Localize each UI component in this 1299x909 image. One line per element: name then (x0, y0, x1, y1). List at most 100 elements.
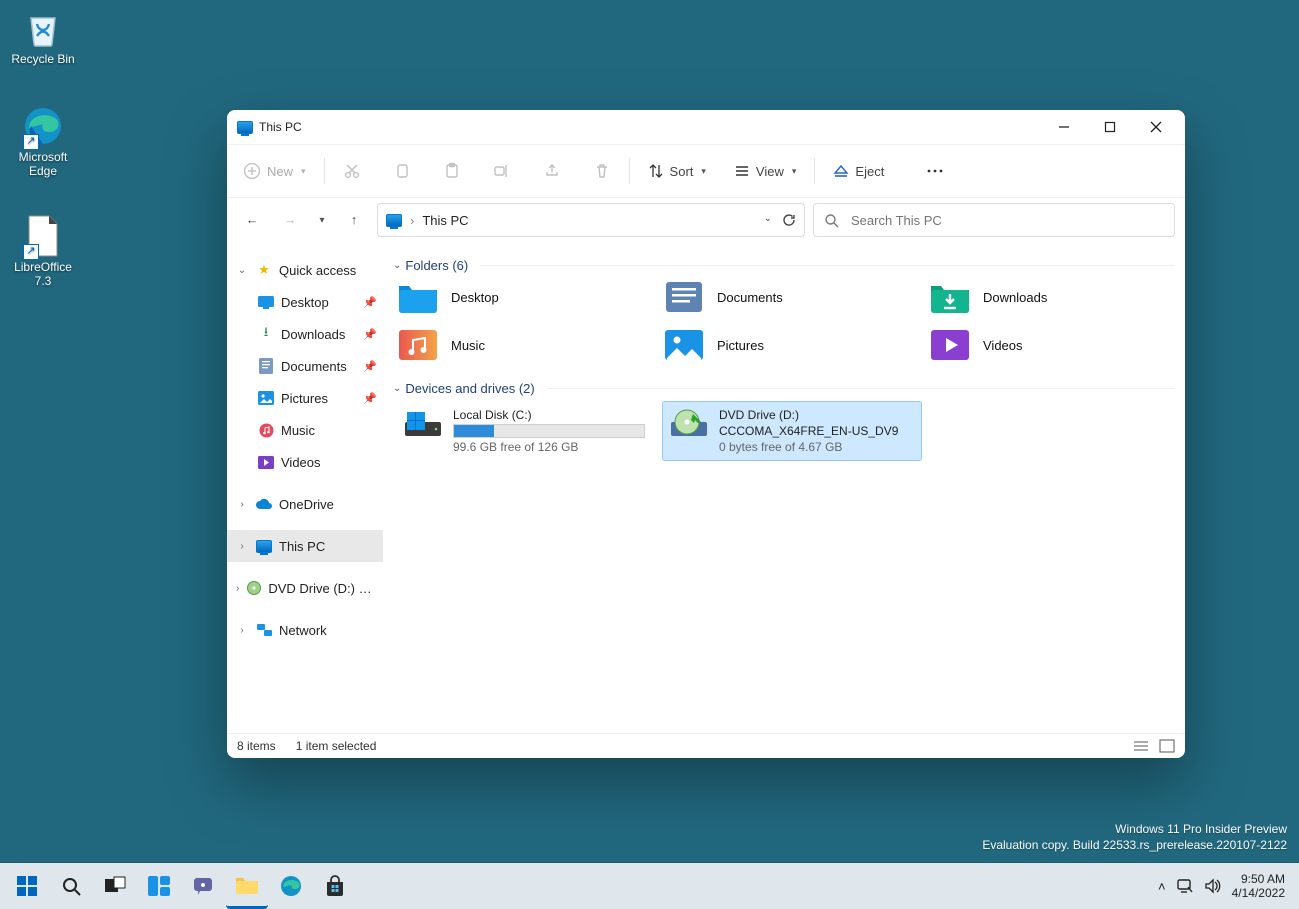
this-pc-icon (256, 540, 272, 553)
documents-icon (257, 357, 275, 375)
windows-logo-icon (16, 875, 38, 897)
nav-dvd-drive[interactable]: › DVD Drive (D:) CCCOMA_X64FRE_EN-US_DV9 (227, 572, 383, 604)
widgets-button[interactable] (138, 865, 180, 907)
recycle-bin-icon (21, 6, 65, 50)
search-icon (60, 875, 82, 897)
chat-button[interactable] (182, 865, 224, 907)
up-button[interactable]: ↑ (339, 205, 369, 235)
rename-button[interactable] (487, 158, 517, 184)
search-box[interactable] (813, 203, 1175, 237)
chat-icon (192, 875, 214, 897)
task-view-button[interactable] (94, 865, 136, 907)
address-bar[interactable]: › This PC ⌄ (377, 203, 805, 237)
content-pane: ⌄Folders (6) Desktop Documents Downloads (383, 248, 1185, 733)
status-bar: 8 items 1 item selected (227, 733, 1185, 758)
minimize-button[interactable] (1041, 110, 1087, 144)
desktop-icon-edge[interactable]: ↗ Microsoft Edge (4, 104, 82, 178)
tray-network-button[interactable] (1176, 878, 1194, 894)
eject-button[interactable]: Eject (827, 159, 890, 183)
music-folder-icon (397, 327, 439, 363)
sort-icon (648, 163, 664, 179)
recent-locations-button[interactable]: ▾ (313, 205, 331, 235)
nav-this-pc[interactable]: › This PC (227, 530, 383, 562)
share-button[interactable] (537, 158, 567, 184)
search-icon (824, 213, 839, 228)
paste-icon (443, 162, 461, 180)
drive-free-text: 0 bytes free of 4.67 GB (719, 440, 898, 454)
pictures-icon (257, 389, 275, 407)
volume-icon (1204, 878, 1222, 894)
cut-button[interactable] (337, 158, 367, 184)
status-selected-count: 1 item selected (296, 739, 377, 753)
folder-documents[interactable]: Documents (663, 279, 909, 315)
more-button[interactable] (920, 159, 950, 183)
pictures-folder-icon (663, 327, 705, 363)
pin-icon: 📌 (363, 296, 377, 309)
back-button[interactable]: ← (237, 205, 267, 235)
tray-volume-button[interactable] (1204, 878, 1222, 894)
nav-item-downloads[interactable]: ⭳ Downloads📌 (227, 318, 383, 350)
drive-local-c[interactable]: Local Disk (C:) 99.6 GB free of 126 GB (397, 402, 655, 460)
maximize-button[interactable] (1087, 110, 1133, 144)
nav-item-desktop[interactable]: Desktop📌 (227, 286, 383, 318)
sort-button[interactable]: Sort▾ (642, 159, 712, 183)
nav-onedrive[interactable]: › OneDrive (227, 488, 383, 520)
music-icon (257, 421, 275, 439)
taskbar-clock[interactable]: 9:50 AM 4/14/2022 (1232, 872, 1285, 901)
folder-videos[interactable]: Videos (929, 327, 1175, 363)
search-input[interactable] (849, 212, 1164, 229)
desktop-icon-libreoffice[interactable]: ↗ LibreOffice 7.3 (4, 214, 82, 288)
cloud-icon (255, 495, 273, 513)
desktop-icon-label: LibreOffice 7.3 (4, 260, 82, 288)
window-title: This PC (259, 120, 302, 134)
libreoffice-icon: ↗ (21, 214, 65, 258)
nav-network[interactable]: › Network (227, 614, 383, 646)
refresh-button[interactable] (782, 213, 796, 227)
pin-icon: 📌 (363, 392, 377, 405)
folders-section-header[interactable]: ⌄Folders (6) (393, 258, 1175, 273)
delete-button[interactable] (587, 158, 617, 184)
widgets-icon (147, 875, 171, 897)
local-disk-icon (403, 408, 443, 442)
desktop-icon-label: Microsoft Edge (4, 150, 82, 178)
desktop-icon-recycle-bin[interactable]: Recycle Bin (4, 6, 82, 66)
folder-icon (235, 875, 259, 895)
videos-folder-icon (929, 327, 971, 363)
nav-item-videos[interactable]: Videos (227, 446, 383, 478)
folder-desktop[interactable]: Desktop (397, 279, 643, 315)
titlebar[interactable]: This PC (227, 110, 1185, 144)
address-dropdown-button[interactable]: ⌄ (764, 213, 772, 227)
large-icons-view-icon (1159, 739, 1175, 753)
close-button[interactable] (1133, 110, 1179, 144)
large-icons-view-button[interactable] (1159, 739, 1175, 753)
drive-dvd-d[interactable]: DVD Drive (D:) CCCOMA_X64FRE_EN-US_DV9 0… (663, 402, 921, 460)
file-explorer-taskbar-button[interactable] (226, 864, 268, 909)
details-view-button[interactable] (1133, 739, 1149, 753)
paste-button[interactable] (437, 158, 467, 184)
drives-section-header[interactable]: ⌄Devices and drives (2) (393, 381, 1175, 396)
store-taskbar-button[interactable] (314, 865, 356, 907)
folder-music[interactable]: Music (397, 327, 643, 363)
dvd-icon (246, 579, 262, 597)
folder-pictures[interactable]: Pictures (663, 327, 909, 363)
nav-quick-access[interactable]: ⌄ ★ Quick access (227, 254, 383, 286)
tray-overflow-button[interactable]: ˄ (1158, 879, 1166, 894)
downloads-folder-icon (929, 279, 971, 315)
start-button[interactable] (6, 865, 48, 907)
rename-icon (493, 162, 511, 180)
nav-item-documents[interactable]: Documents📌 (227, 350, 383, 382)
search-button[interactable] (50, 865, 92, 907)
plus-circle-icon (243, 162, 261, 180)
copy-button[interactable] (387, 158, 417, 184)
trash-icon (593, 162, 611, 180)
more-icon (926, 163, 944, 179)
network-icon (255, 621, 273, 639)
forward-button[interactable]: → (275, 205, 305, 235)
dvd-drive-icon (669, 408, 709, 442)
nav-item-music[interactable]: Music (227, 414, 383, 446)
folder-downloads[interactable]: Downloads (929, 279, 1175, 315)
edge-taskbar-button[interactable] (270, 865, 312, 907)
view-button[interactable]: View▾ (728, 159, 802, 183)
new-button[interactable]: New▾ (237, 158, 312, 184)
nav-item-pictures[interactable]: Pictures📌 (227, 382, 383, 414)
